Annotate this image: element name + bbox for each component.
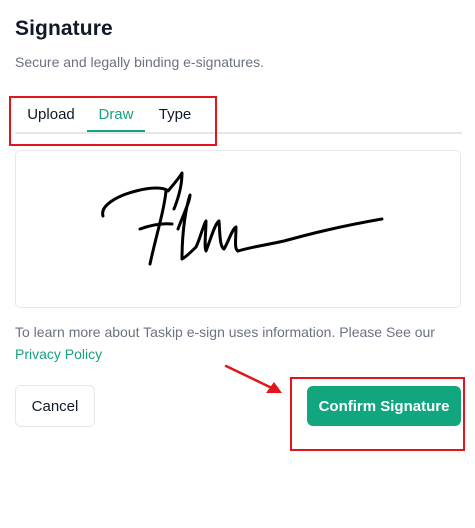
annotation-arrow-icon — [224, 364, 282, 393]
cancel-button[interactable]: Cancel — [15, 385, 95, 427]
tab-draw[interactable]: Draw — [87, 96, 145, 132]
dialog-subtitle: Secure and legally binding e-signatures. — [15, 54, 265, 70]
tab-upload[interactable]: Upload — [15, 96, 87, 130]
privacy-info-text: To learn more about Taskip e-sign uses i… — [15, 321, 465, 365]
privacy-info-message: To learn more about Taskip e-sign uses i… — [15, 324, 435, 340]
signature-draw-pad[interactable] — [15, 150, 461, 308]
confirm-signature-button[interactable]: Confirm Signature — [307, 386, 461, 426]
tab-type[interactable]: Type — [147, 96, 203, 130]
dialog-title: Signature — [15, 17, 113, 40]
drawn-signature — [101, 171, 384, 266]
signature-tabs: Upload Draw Type — [15, 96, 462, 134]
privacy-policy-link[interactable]: Privacy Policy — [15, 346, 102, 362]
